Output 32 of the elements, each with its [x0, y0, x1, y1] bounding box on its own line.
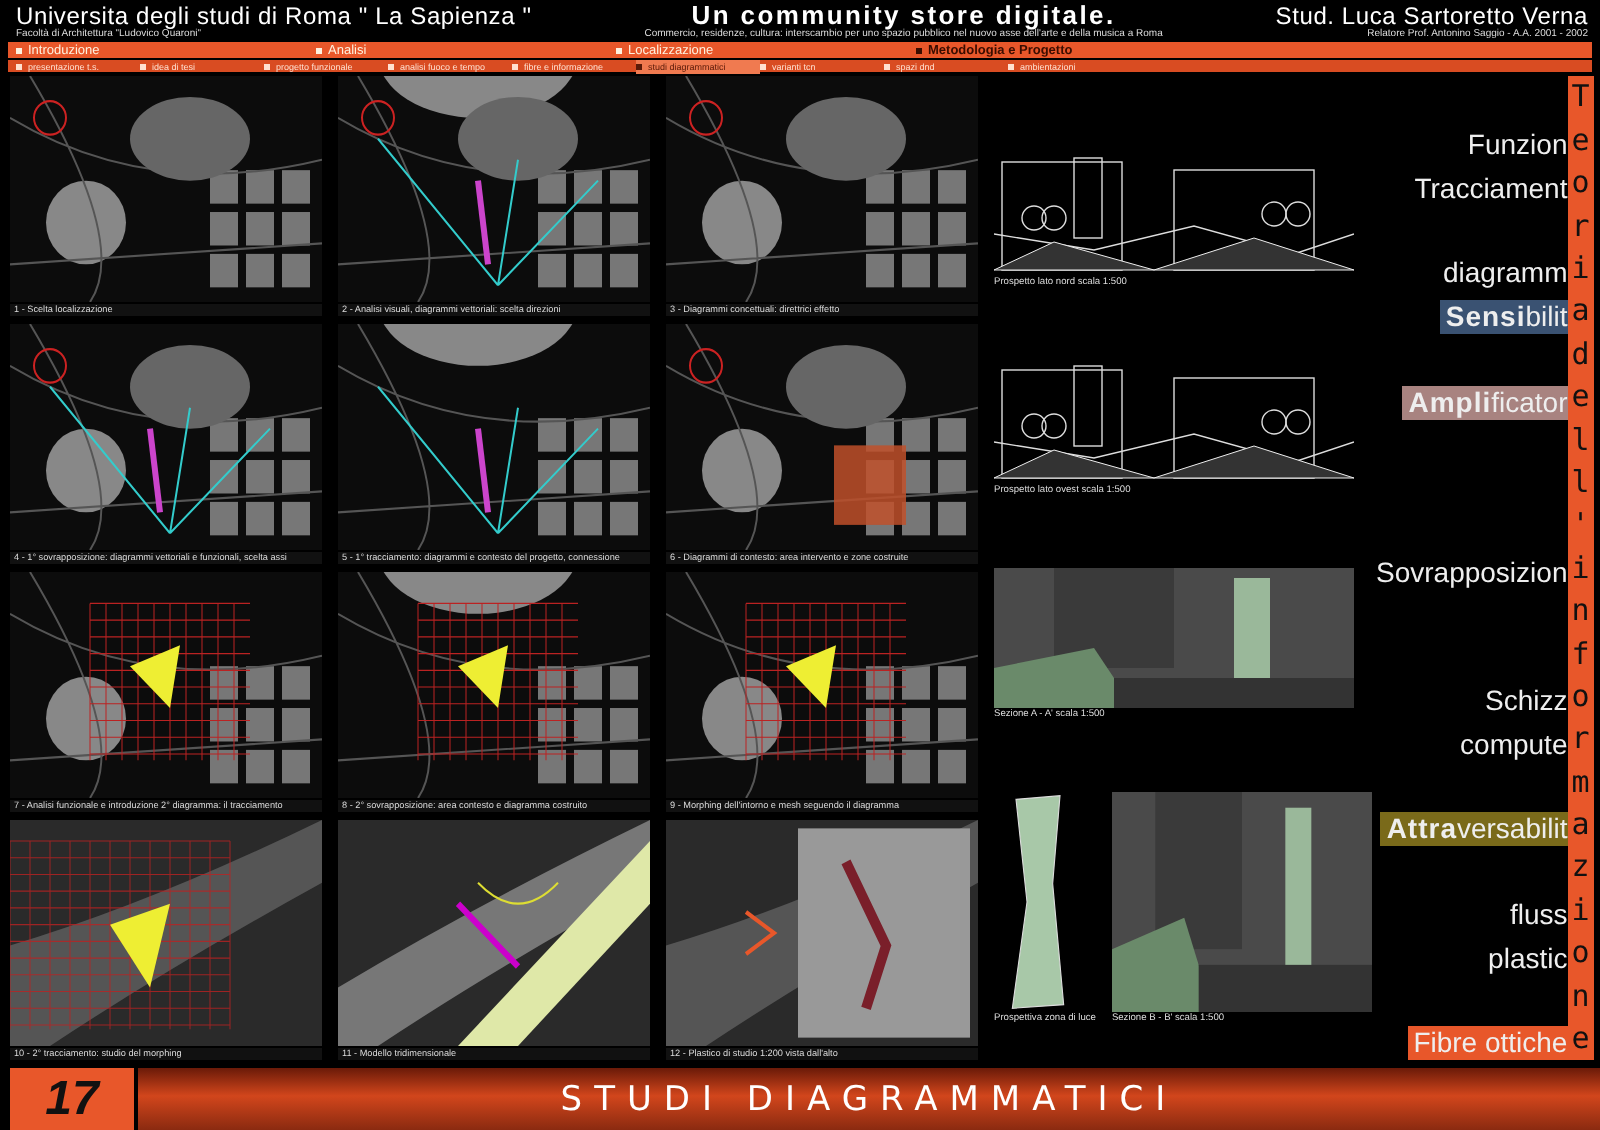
vertical-title: Teoria dell'informazione	[1567, 76, 1594, 1061]
side-label: Schizz	[1483, 684, 1568, 719]
side-label: plastic	[1486, 941, 1568, 976]
side-label: Fibre ottiche	[1407, 1026, 1568, 1061]
side-label: Amplificator	[1402, 385, 1568, 420]
bullet-icon	[16, 63, 22, 70]
bullet-icon	[264, 63, 270, 70]
bullet-icon	[760, 63, 766, 70]
side-label: Sovrapposizion	[1374, 556, 1568, 591]
project-title: Un community store digitale.	[691, 4, 1116, 28]
student-name: Stud. Luca Sartoretto Verna	[1275, 4, 1588, 28]
bullet-icon	[140, 63, 146, 70]
section-title-banner: STUDI DIAGRAMMATICI	[138, 1068, 1600, 1130]
university-name: Universita degli studi di Roma " La Sapienza "	[16, 4, 532, 28]
side-label: fluss	[1507, 898, 1568, 933]
bullet-icon	[16, 47, 22, 54]
bullet-icon	[388, 63, 394, 70]
bullet-icon	[616, 47, 622, 54]
side-label: Funzion	[1465, 128, 1568, 163]
bullet-icon	[636, 63, 642, 70]
chevron-icon	[744, 911, 778, 957]
side-label: Attraversabilit	[1380, 812, 1568, 847]
side-label: compute	[1458, 727, 1568, 762]
bullet-icon	[316, 47, 322, 54]
bullet-icon	[916, 47, 922, 54]
page-number: 17	[10, 1068, 134, 1130]
side-label: Tracciament	[1412, 171, 1568, 206]
bullet-icon	[512, 63, 518, 70]
side-label: diagramm	[1440, 256, 1568, 291]
side-label: Sensibilit	[1439, 299, 1568, 334]
bullet-icon	[884, 63, 890, 70]
bullet-icon	[1008, 63, 1014, 70]
